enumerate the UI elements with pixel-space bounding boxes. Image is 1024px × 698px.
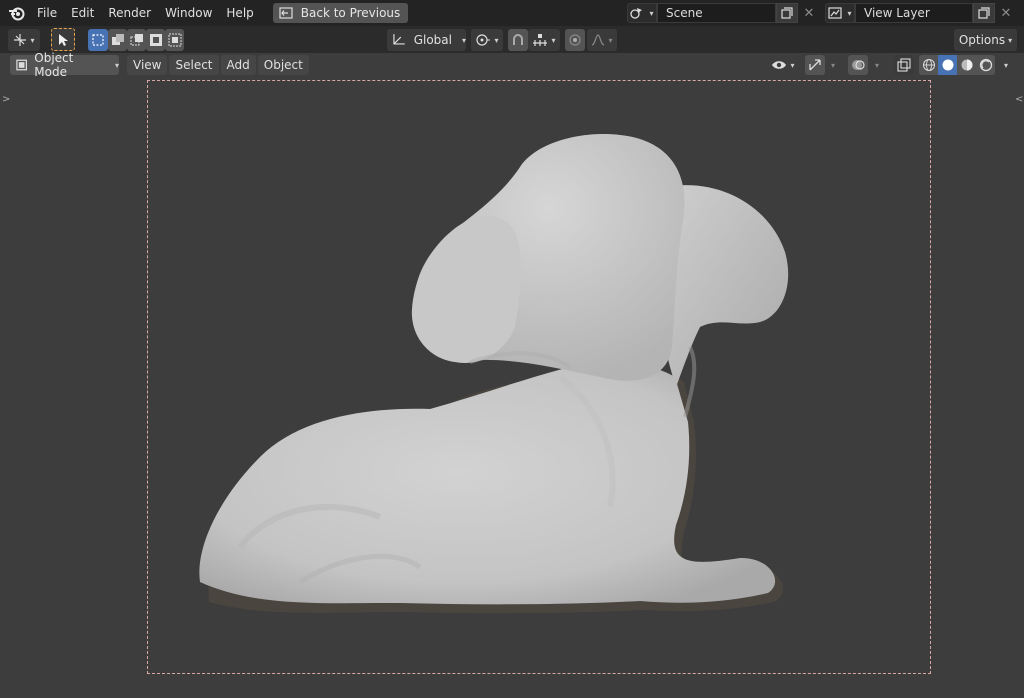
header-menu-add[interactable]: Add bbox=[220, 55, 256, 75]
select-tool-button[interactable] bbox=[51, 28, 75, 51]
options-label: Options bbox=[958, 33, 1006, 47]
blender-logo-icon[interactable] bbox=[4, 2, 30, 24]
eye-icon bbox=[772, 61, 787, 69]
select-mode-extend-button[interactable] bbox=[108, 29, 127, 51]
pivot-point-dropdown[interactable]: ▾ bbox=[471, 29, 503, 51]
xray-toggle[interactable] bbox=[894, 55, 914, 75]
scene-name-field[interactable]: Scene bbox=[657, 3, 776, 23]
chevron-down-icon: ▾ bbox=[790, 60, 795, 70]
chevron-down-icon: ▾ bbox=[551, 35, 556, 45]
menu-file[interactable]: File bbox=[30, 2, 64, 24]
header-menu-select[interactable]: Select bbox=[169, 55, 219, 75]
duplicate-icon bbox=[978, 7, 990, 19]
overlays-dropdown[interactable]: ▾ bbox=[868, 55, 886, 75]
scene-browse-button[interactable]: ▾ bbox=[627, 3, 657, 23]
select-extend-icon bbox=[111, 34, 124, 45]
select-set-icon bbox=[92, 34, 104, 46]
scene-delete-button[interactable]: ✕ bbox=[798, 3, 820, 23]
chevron-down-icon: ▾ bbox=[30, 35, 35, 45]
view-layer-name-field[interactable]: View Layer bbox=[855, 3, 973, 23]
proportional-editing-icon bbox=[569, 34, 581, 46]
orientation-axes-icon bbox=[393, 34, 405, 45]
magnet-icon bbox=[513, 34, 523, 45]
shading-rendered-button[interactable] bbox=[976, 55, 995, 75]
view-layer-browse-button[interactable]: ▾ bbox=[825, 3, 855, 23]
header-menu-object[interactable]: Object bbox=[257, 55, 309, 75]
editor-type-icon bbox=[14, 34, 27, 46]
shading-wireframe-button[interactable] bbox=[919, 55, 938, 75]
select-intersect-icon bbox=[168, 33, 181, 47]
object-mode-dropdown[interactable]: Object Mode ▾ bbox=[10, 51, 119, 79]
wireframe-sphere-icon bbox=[922, 59, 935, 71]
back-arrow-icon bbox=[279, 7, 293, 19]
chevron-down-icon: ▾ bbox=[830, 60, 835, 70]
xray-icon bbox=[897, 58, 911, 72]
cursor-icon bbox=[59, 33, 68, 46]
object-mode-icon bbox=[16, 59, 28, 71]
chevron-down-icon: ▾ bbox=[494, 35, 499, 45]
scene-selector[interactable]: ▾ Scene ✕ bbox=[627, 3, 820, 23]
pivot-icon bbox=[476, 34, 491, 46]
shading-solid-button[interactable] bbox=[938, 55, 957, 75]
object-mode-label: Object Mode bbox=[34, 51, 74, 79]
solid-sphere-icon bbox=[942, 59, 953, 71]
snap-increment-icon bbox=[533, 34, 548, 46]
3d-viewport[interactable]: > < bbox=[0, 77, 1024, 698]
select-mode-new-button[interactable] bbox=[88, 29, 108, 51]
rendered-sphere-icon bbox=[979, 58, 992, 72]
chevron-down-icon: ▾ bbox=[461, 35, 466, 45]
back-to-previous-button[interactable]: Back to Previous bbox=[272, 3, 409, 23]
top-bar: File Edit Render Window Help Back to Pre… bbox=[0, 0, 1024, 26]
header-menu-view[interactable]: View bbox=[127, 55, 168, 75]
gizmo-dropdown[interactable]: ▾ bbox=[825, 55, 841, 75]
chevron-down-icon: ▾ bbox=[1003, 60, 1008, 70]
view-layer-selector[interactable]: ▾ View Layer ✕ bbox=[825, 3, 1017, 23]
chevron-down-icon: ▾ bbox=[847, 8, 852, 18]
chevron-down-icon: ▾ bbox=[874, 60, 879, 70]
options-dropdown[interactable]: Options ▾ bbox=[954, 29, 1017, 51]
back-to-previous-label: Back to Previous bbox=[300, 6, 401, 20]
shading-options-dropdown[interactable]: ▾ bbox=[997, 55, 1015, 75]
select-mode-intersect-button[interactable] bbox=[165, 29, 184, 51]
menu-render[interactable]: Render bbox=[101, 2, 158, 24]
snap-target-dropdown[interactable]: ▾ bbox=[528, 29, 560, 51]
select-mode-subtract-button[interactable] bbox=[127, 29, 146, 51]
view-layer-new-button[interactable] bbox=[973, 3, 995, 23]
select-subtract-icon bbox=[130, 34, 143, 46]
overlays-toggle[interactable] bbox=[848, 55, 868, 75]
viewport-header: Object Mode ▾ View Select Add Object ▾ ▾… bbox=[0, 51, 1024, 79]
transform-orientation-dropdown[interactable]: Global ▾ bbox=[387, 29, 466, 51]
menu-window[interactable]: Window bbox=[158, 2, 219, 24]
editor-type-button[interactable]: ▾ bbox=[8, 29, 40, 51]
menu-edit[interactable]: Edit bbox=[64, 2, 101, 24]
scene-icon bbox=[630, 8, 643, 19]
close-icon: ✕ bbox=[1000, 5, 1012, 21]
chevron-down-icon: ▾ bbox=[1008, 35, 1013, 45]
dog-sculpture-mesh[interactable] bbox=[0, 77, 1024, 698]
scene-new-button[interactable] bbox=[776, 3, 798, 23]
chevron-down-icon: ▾ bbox=[649, 8, 654, 18]
proportional-editing-toggle[interactable] bbox=[565, 29, 585, 51]
chevron-down-icon: ▾ bbox=[608, 35, 613, 45]
object-visibility-dropdown[interactable]: ▾ bbox=[766, 55, 800, 75]
falloff-curve-icon bbox=[592, 34, 605, 46]
select-invert-icon bbox=[149, 34, 162, 46]
material-sphere-icon bbox=[961, 59, 972, 71]
snap-toggle[interactable] bbox=[508, 29, 528, 51]
chevron-down-icon: ▾ bbox=[114, 60, 119, 70]
transform-orientation-label: Global bbox=[413, 33, 452, 47]
close-icon: ✕ bbox=[803, 5, 815, 21]
select-mode-invert-button[interactable] bbox=[146, 29, 165, 51]
view-layer-delete-button[interactable]: ✕ bbox=[995, 3, 1017, 23]
duplicate-icon bbox=[781, 7, 793, 19]
tool-settings-bar: ▾ Global ▾ ▾ ▾ ▾ Options ▾ bbox=[0, 26, 1024, 53]
gizmo-icon bbox=[809, 59, 821, 71]
gizmo-toggle[interactable] bbox=[805, 55, 825, 75]
proportional-falloff-dropdown[interactable]: ▾ bbox=[587, 29, 617, 51]
menu-help[interactable]: Help bbox=[219, 2, 260, 24]
overlays-icon bbox=[852, 60, 865, 70]
shading-material-button[interactable] bbox=[957, 55, 976, 75]
view-layer-icon bbox=[828, 7, 843, 19]
